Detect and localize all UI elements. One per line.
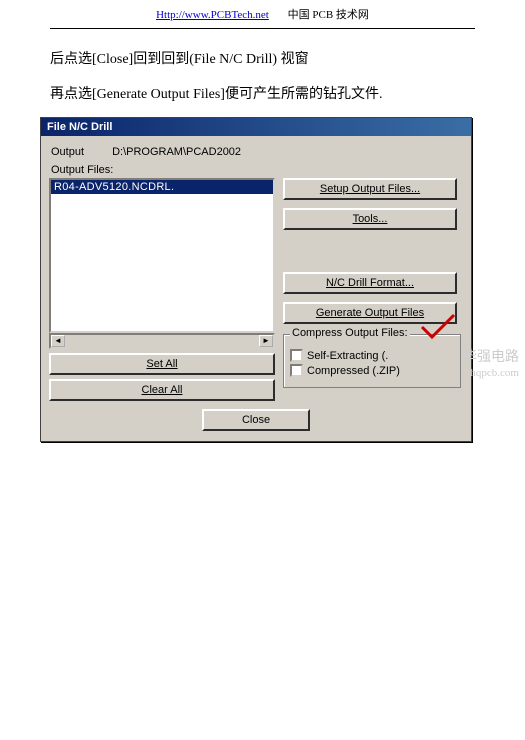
tools-button[interactable]: Tools... [283,208,457,230]
instruction-text-1: 后点选[Close]回到回到(File N/C Drill) 视窗 [50,47,475,72]
output-row: Output D:\PROGRAM\PCAD2002 [51,146,463,158]
watermark: 华强电路 hqpcb.com [463,350,519,380]
scroll-right-icon[interactable]: ► [259,335,273,347]
header-link[interactable]: Http://www.PCBTech.net [156,9,269,21]
watermark-en: hqpcb.com [463,367,519,380]
clear-all-button[interactable]: Clear All [49,379,275,401]
watermark-cn: 华强电路 [463,350,519,367]
instruction-text-2: 再点选[Generate Output Files]便可产生所需的钻孔文件. [50,82,475,107]
page-header: Http://www.PCBTech.net 中国 PCB 技术网 [50,0,475,29]
scroll-left-icon[interactable]: ◄ [51,335,65,347]
compressed-zip-label: Compressed (.ZIP) [307,365,400,377]
close-button[interactable]: Close [202,409,310,431]
dialog-titlebar[interactable]: File N/C Drill [41,118,471,136]
compress-groupbox: Compress Output Files: Self-Extracting (… [283,334,461,388]
self-extracting-checkbox[interactable] [290,349,303,362]
generate-output-files-button[interactable]: Generate Output Files [283,302,457,324]
header-site-title: 中国 PCB 技术网 [288,9,369,21]
setup-output-files-button[interactable]: Setup Output Files... [283,178,457,200]
set-all-button[interactable]: Set All [49,353,275,375]
compress-group-title: Compress Output Files: [290,327,410,339]
output-label: Output [51,146,109,158]
nc-drill-format-button[interactable]: N/C Drill Format... [283,272,457,294]
file-nc-drill-dialog: File N/C Drill Output D:\PROGRAM\PCAD200… [40,117,472,442]
list-item[interactable]: R04-ADV5120.NCDRL. [51,180,273,194]
output-files-listbox[interactable]: R04-ADV5120.NCDRL. [49,178,275,333]
horizontal-scrollbar[interactable]: ◄ ► [49,333,275,349]
output-path: D:\PROGRAM\PCAD2002 [112,146,241,158]
output-files-label: Output Files: [51,164,463,176]
compressed-zip-checkbox[interactable] [290,364,303,377]
self-extracting-label: Self-Extracting (. [307,350,388,362]
